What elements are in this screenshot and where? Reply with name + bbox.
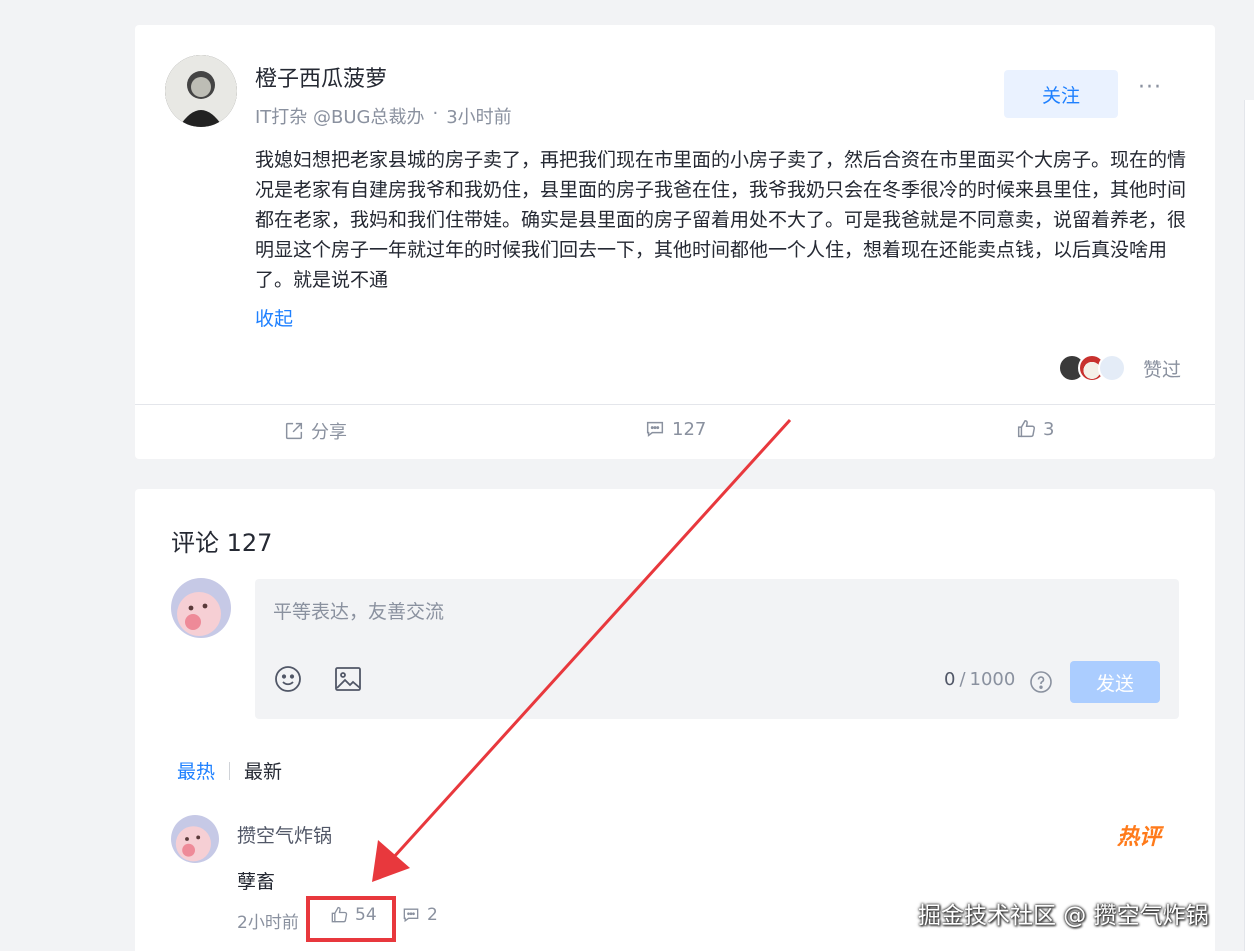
comment-count: 127 bbox=[672, 418, 707, 440]
thumb-up-icon bbox=[1017, 420, 1035, 438]
comment-card: 评论 127 0 / 1000 bbox=[135, 489, 1215, 951]
image-icon[interactable] bbox=[333, 664, 363, 694]
share-button[interactable]: 分享 bbox=[283, 418, 347, 444]
liker-avatar bbox=[1098, 354, 1126, 382]
collapse-link[interactable]: 收起 bbox=[255, 304, 293, 331]
hot-comment-badge: 热评 bbox=[1117, 825, 1162, 850]
annotation-highlight-box bbox=[306, 896, 396, 942]
liked-label: 赞过 bbox=[1143, 359, 1182, 381]
author-role: IT打杂 @BUG总裁办 bbox=[255, 107, 425, 128]
share-icon bbox=[285, 422, 303, 440]
comment-icon bbox=[646, 421, 664, 437]
sort-hot-tab[interactable]: 最热 bbox=[177, 757, 215, 784]
share-label: 分享 bbox=[311, 422, 347, 443]
comment-time: 2小时前 bbox=[237, 913, 299, 933]
watermark: 掘金技术社区 @ 攒空气炸锅 bbox=[918, 903, 1209, 929]
sort-bar: 最热 最新 bbox=[177, 757, 282, 784]
follow-button[interactable]: 关注 bbox=[1004, 70, 1118, 118]
author-meta: IT打杂 @BUG总裁办 · 3小时前 bbox=[255, 103, 512, 129]
comment-icon bbox=[403, 908, 419, 923]
char-count-max: 1000 bbox=[969, 669, 1016, 690]
char-count-sep: / bbox=[959, 669, 966, 690]
char-counter: 0 / 1000 bbox=[944, 669, 1015, 690]
sort-new-tab[interactable]: 最新 bbox=[244, 757, 282, 784]
author-name[interactable]: 橙子西瓜菠萝 bbox=[255, 61, 387, 93]
comment-editor: 0 / 1000 发送 bbox=[255, 579, 1179, 719]
commenter-avatar[interactable] bbox=[171, 815, 219, 863]
current-user-avatar bbox=[171, 578, 231, 638]
like-count: 3 bbox=[1043, 418, 1055, 440]
send-button[interactable]: 发送 bbox=[1070, 661, 1160, 703]
right-panel-edge bbox=[1244, 100, 1254, 951]
post-card: 橙子西瓜菠萝 IT打杂 @BUG总裁办 · 3小时前 关注 ··· 我媳妇想把老… bbox=[135, 25, 1215, 459]
divider bbox=[135, 404, 1215, 405]
comment-button[interactable]: 127 bbox=[644, 418, 706, 440]
comment-text: 孽畜 bbox=[237, 871, 276, 893]
comment-input[interactable] bbox=[273, 587, 1153, 637]
liked-avatars[interactable] bbox=[1058, 354, 1126, 382]
post-time: 3小时前 bbox=[446, 107, 512, 128]
comments-title: 评论 127 bbox=[171, 529, 273, 557]
help-icon[interactable] bbox=[1029, 670, 1053, 694]
comment-reply-count: 2 bbox=[427, 905, 438, 925]
like-button[interactable]: 3 bbox=[1015, 418, 1054, 440]
sort-divider bbox=[229, 761, 231, 780]
comment-reply-button[interactable]: 2 bbox=[401, 905, 438, 925]
commenter-name[interactable]: 攒空气炸锅 bbox=[237, 821, 332, 848]
meta-dot: · bbox=[432, 103, 439, 124]
char-count-current: 0 bbox=[944, 669, 956, 690]
emoji-icon[interactable] bbox=[273, 664, 303, 694]
post-content: 我媳妇想把老家县城的房子卖了，再把我们现在市里面的小房子卖了，然后合资在市里面买… bbox=[255, 149, 1187, 291]
author-avatar[interactable] bbox=[165, 55, 237, 127]
more-icon[interactable]: ··· bbox=[1130, 75, 1170, 109]
